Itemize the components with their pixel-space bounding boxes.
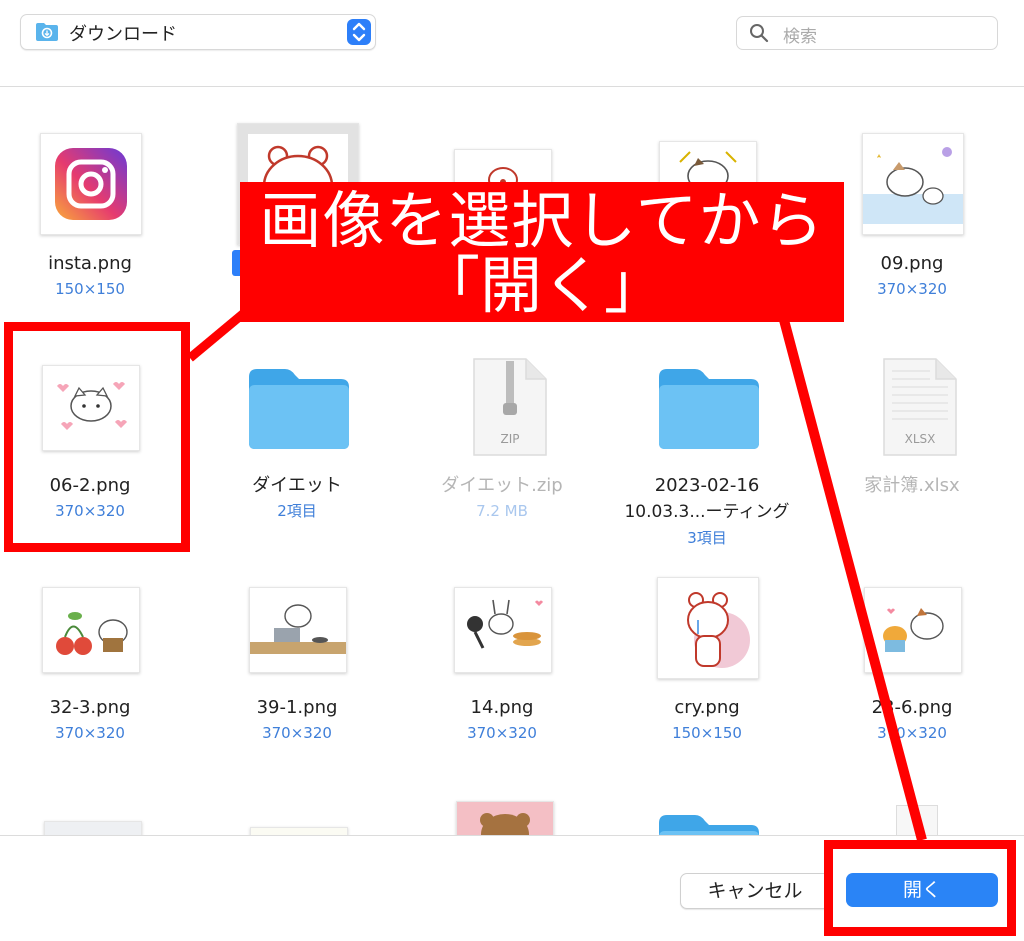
file-name: 23-6.png <box>871 697 953 718</box>
xlsx-file-icon: XLSX <box>883 358 957 456</box>
file-info: 150×150 <box>55 280 125 298</box>
zip-file-icon: ZIP <box>473 358 547 456</box>
cat-cupcake-thumbnail <box>864 587 962 673</box>
file-item-39-1[interactable]: 39-1.png 370×320 <box>207 577 387 777</box>
zip-label: ZIP <box>501 432 520 446</box>
file-item-insta[interactable]: insta.png 150×150 <box>0 87 180 317</box>
xlsx-label: XLSX <box>905 432 936 446</box>
file-info: 370×320 <box>262 724 332 742</box>
file-info: 370×320 <box>467 724 537 742</box>
highlight-box-06-2 <box>4 322 190 552</box>
document-icon[interactable] <box>896 805 938 835</box>
file-info: 370×320 <box>877 724 947 742</box>
folder-icon[interactable] <box>657 811 761 835</box>
folder-info: 2項目 <box>277 502 317 520</box>
file-item-32-3[interactable]: 32-3.png 370×320 <box>0 577 180 777</box>
file-info: 370×320 <box>877 280 947 298</box>
search-icon <box>750 24 769 43</box>
annotation-callout: 画像を選択してから 「開く」 <box>240 182 844 322</box>
search-placeholder: 検索 <box>783 27 817 47</box>
folder-item-meeting[interactable]: 2023-02-16 10.03.3...ーティング 3項目 <box>617 347 797 567</box>
file-item-23-6[interactable]: 23-6.png 370×320 <box>822 577 1002 777</box>
file-info: 150×150 <box>672 724 742 742</box>
cherry-thumbnail <box>42 587 140 673</box>
file-item-09[interactable]: 09.png 370×320 <box>822 87 1002 317</box>
cancel-button[interactable]: キャンセル <box>680 873 830 909</box>
file-name: cry.png <box>674 697 740 718</box>
folder-name-line2: 10.03.3...ーティング <box>624 502 790 522</box>
file-name: insta.png <box>48 253 132 274</box>
photo-thumbnail[interactable] <box>44 821 142 835</box>
file-name: 39-1.png <box>256 697 338 718</box>
folder-info: 3項目 <box>687 529 727 547</box>
file-name: ダイエット.zip <box>441 475 563 496</box>
file-name: 09.png <box>880 253 944 274</box>
callout-line2: 「開く」 <box>417 249 666 322</box>
bear-crying-thumbnail <box>657 577 759 679</box>
downloads-folder-icon <box>36 23 58 41</box>
file-info: 7.2 MB <box>476 502 528 520</box>
callout-line1: 画像を選択してから <box>259 184 825 257</box>
file-item-xlsx[interactable]: XLSX 家計簿.xlsx <box>822 347 1002 547</box>
file-item-cry[interactable]: cry.png 150×150 <box>617 577 797 777</box>
folder-name: ダイエット <box>252 475 342 496</box>
chevron-updown-icon[interactable] <box>347 19 371 45</box>
bear-pink-thumbnail[interactable] <box>456 801 554 835</box>
file-info: 370×320 <box>55 724 125 742</box>
rabbit-pancake-thumbnail <box>454 587 552 673</box>
location-label: ダウンロード <box>69 24 177 45</box>
location-dropdown[interactable]: ダウンロード <box>20 14 376 50</box>
file-name: 32-3.png <box>49 697 131 718</box>
folder-icon <box>659 369 759 449</box>
file-item-zip[interactable]: ZIP ダイエット.zip 7.2 MB <box>412 347 592 547</box>
cat-laptop-thumbnail <box>249 587 347 673</box>
image-thumbnail[interactable] <box>250 827 348 835</box>
highlight-box-open <box>824 840 1016 936</box>
folder-icon <box>249 369 349 449</box>
file-item-14[interactable]: 14.png 370×320 <box>412 577 592 777</box>
cat-sleeping-thumbnail <box>862 133 964 235</box>
instagram-icon <box>40 133 142 235</box>
folder-item-diet[interactable]: ダイエット 2項目 <box>207 347 387 547</box>
file-name: 家計簿.xlsx <box>864 475 960 496</box>
folder-name-line1: 2023-02-16 <box>654 475 760 496</box>
file-name: 14.png <box>470 697 534 718</box>
toolbar: ダウンロード 検索 <box>0 0 1024 87</box>
search-field[interactable]: 検索 <box>736 16 998 50</box>
